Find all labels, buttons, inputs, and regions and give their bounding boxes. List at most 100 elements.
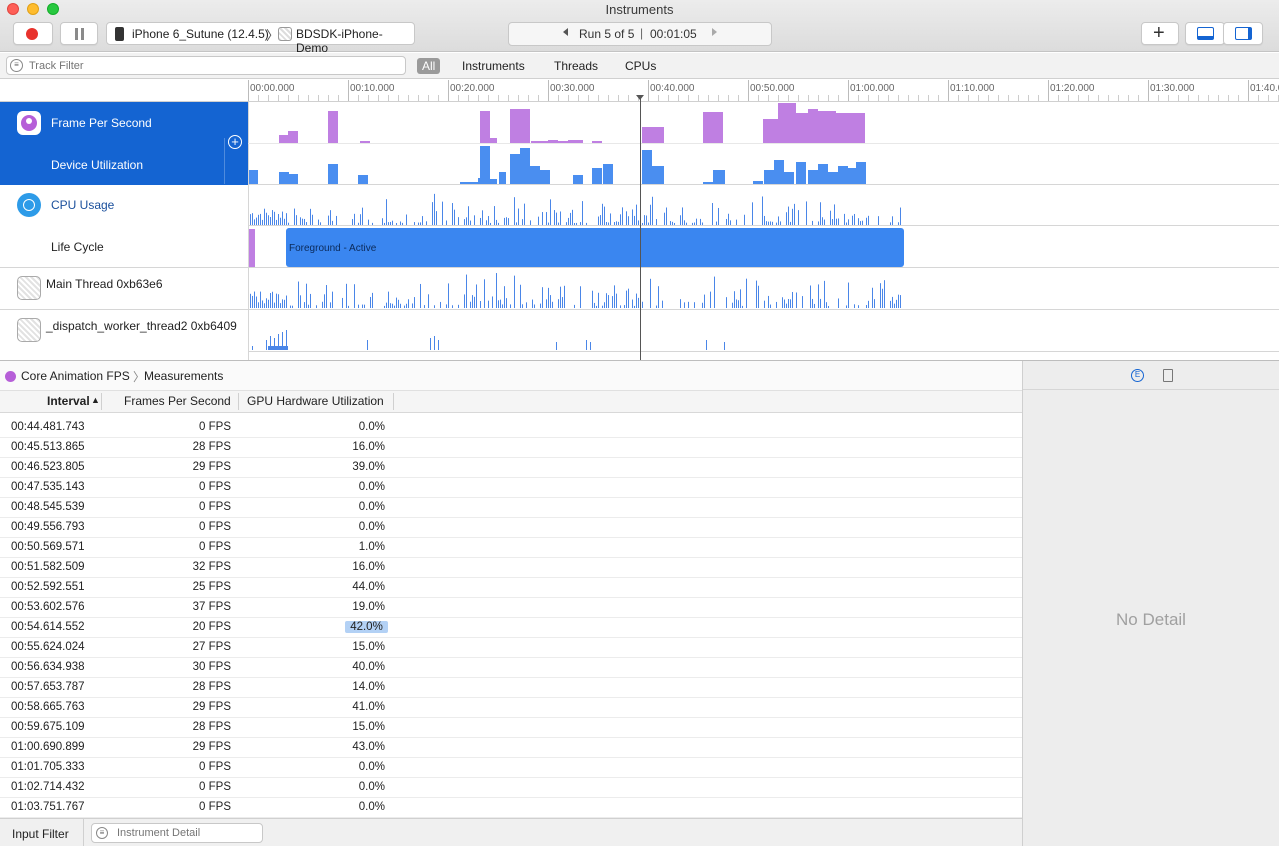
ruler-minor-tick [628,95,629,101]
table-row[interactable]: 00:49.556.793 0 FPS 0.0% [0,518,1022,538]
usage-spike [388,291,389,308]
interval-cell: 00:46.523.805 [11,461,85,473]
table-row[interactable]: 00:51.582.509 32 FPS 16.0% [0,558,1022,578]
usage-spike [628,216,629,225]
add-instrument-button[interactable]: + [1141,22,1179,45]
usage-spike [778,216,779,225]
usage-spike [838,298,839,308]
table-row[interactable]: 00:52.592.551 25 FPS 44.0% [0,578,1022,598]
ruler-minor-tick [668,95,669,101]
usage-spike [502,304,503,308]
interval-cell: 00:49.556.793 [11,521,85,533]
toggle-right-pane-button[interactable] [1223,22,1263,45]
tab-instruments[interactable]: Instruments [457,58,530,74]
ruler-minor-tick [798,95,799,101]
usage-spike [250,214,251,225]
document-icon[interactable] [1163,369,1173,382]
usage-spike [874,299,875,308]
table-row[interactable]: 00:58.665.763 29 FPS 41.0% [0,698,1022,718]
track-worker-thread-label[interactable]: _dispatch_worker_thread2 0xb6409 [46,319,237,333]
run-label: Run 5 of 5 [579,27,635,41]
lifecycle-launch-segment [249,229,255,267]
breadcrumb-instrument[interactable]: Core Animation FPS [21,369,130,383]
ruler-spacer [0,80,248,102]
gpu-util-cell: 44.0% [352,581,385,593]
usage-spike [834,204,835,225]
usage-spike [276,293,277,308]
track-cpu-label[interactable]: CPU Usage [51,198,114,212]
table-row[interactable]: 00:53.602.576 37 FPS 19.0% [0,598,1022,618]
column-fps[interactable]: Frames Per Second [124,394,231,408]
track-lifecycle-label[interactable]: Life Cycle [51,240,104,254]
utilization-bar [480,146,490,184]
usage-spike [484,279,485,308]
interval-cell: 00:50.569.571 [11,541,85,553]
fps-cell: 30 FPS [192,661,231,673]
target-selector[interactable]: iPhone 6_Sutune (12.4.5) 〉 BDSDK-iPhone-… [106,22,415,55]
usage-spike [504,217,505,225]
interval-cell: 01:02.714.432 [11,781,85,793]
tab-all[interactable]: All [417,58,441,74]
toggle-bottom-pane-button[interactable] [1185,22,1225,45]
table-row[interactable]: 00:50.569.571 0 FPS 1.0% [0,538,1022,558]
table-row[interactable]: 01:02.714.432 0 FPS 0.0% [0,778,1022,798]
input-filter-button[interactable]: Input Filter [12,827,69,841]
usage-spike [762,196,763,225]
table-row[interactable]: 00:56.634.938 30 FPS 40.0% [0,658,1022,678]
usage-spike [372,222,373,225]
record-button[interactable] [13,22,53,45]
table-row[interactable]: 00:44.481.743 0 FPS 0.0% [0,418,1022,438]
usage-spike [672,221,673,225]
usage-spike [686,222,687,225]
ruler-minor-tick [568,95,569,101]
breadcrumb-view[interactable]: Measurements [144,369,223,383]
timeline-tracks[interactable]: Foreground - Active [248,102,1279,360]
table-row[interactable]: 00:47.535.143 0 FPS 0.0% [0,478,1022,498]
playhead[interactable] [640,96,641,360]
table-row[interactable]: 00:46.523.805 29 FPS 39.0% [0,458,1022,478]
usage-spike [396,297,397,308]
usage-spike [522,304,523,308]
track-filter-field[interactable]: ≡ [6,56,406,75]
track-filter-input[interactable] [29,58,399,73]
run-selector[interactable]: Run 5 of 5 | 00:01:05 [508,22,772,46]
column-interval[interactable]: Interval [47,394,90,408]
table-row[interactable]: 01:00.690.899 29 FPS 43.0% [0,738,1022,758]
ruler-minor-tick [1258,95,1259,101]
usage-spike [278,214,279,225]
measurements-table[interactable]: 00:44.481.743 0 FPS 0.0% 00:45.513.865 28 FP… [0,413,1022,818]
table-row[interactable]: 00:48.545.539 0 FPS 0.0% [0,498,1022,518]
add-track-icon[interactable]: + [228,135,242,149]
next-run-icon[interactable] [712,28,717,36]
table-row[interactable]: 00:57.653.787 28 FPS 14.0% [0,678,1022,698]
table-row[interactable]: 00:45.513.865 28 FPS 16.0% [0,438,1022,458]
fps-cell: 29 FPS [192,701,231,713]
table-row[interactable]: 00:55.624.024 27 FPS 15.0% [0,638,1022,658]
utilization-bar [703,182,713,184]
table-row[interactable]: 01:03.751.767 0 FPS 0.0% [0,798,1022,818]
gpu-util-cell: 43.0% [352,741,385,753]
instrument-detail-input[interactable] [117,826,257,840]
track-main-thread-label[interactable]: Main Thread 0xb63e6 [46,277,163,291]
selected-track-panel[interactable]: Frame Per Second Device Utilization + [0,102,248,185]
extended-detail-icon[interactable]: E [1131,369,1144,382]
usage-spike [890,222,891,225]
timeline-ruler[interactable]: 00:00.000 00:10.000 00:20.000 00:30.000 00:4… [248,80,1279,102]
usage-spike [288,222,289,225]
previous-run-icon[interactable] [563,28,568,36]
table-row[interactable]: 00:59.675.109 28 FPS 15.0% [0,718,1022,738]
tab-threads[interactable]: Threads [549,58,603,74]
usage-spike [400,303,401,308]
usage-spike [480,301,481,308]
column-gpu-util[interactable]: GPU Hardware Utilization [247,394,384,408]
usage-spike [602,203,603,225]
table-row[interactable]: 01:01.705.333 0 FPS 0.0% [0,758,1022,778]
utilization-bar [510,154,520,184]
usage-spike [664,212,665,225]
pause-button[interactable] [60,22,98,45]
instrument-detail-field[interactable]: ≡ [91,823,263,843]
cpu-usage-graph [250,193,901,225]
tab-cpus[interactable]: CPUs [620,58,661,74]
usage-spike [286,213,287,225]
table-row[interactable]: 00:54.614.552 20 FPS 42.0% [0,618,1022,638]
